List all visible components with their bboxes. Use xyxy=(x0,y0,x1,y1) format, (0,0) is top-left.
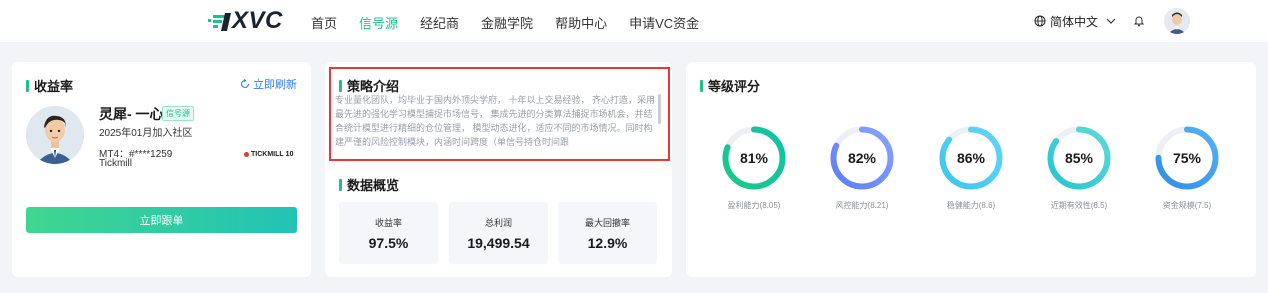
trader-name: 灵犀- 一心 xyxy=(99,106,164,122)
section-marker xyxy=(700,79,703,92)
join-date: 2025年01月加入社区 xyxy=(99,128,193,139)
overview-title-text: 数据概览 xyxy=(347,178,400,193)
rating-card: 等级评分 81% 盈利能力(8.05) 82% 风控能力(8.21) 86% 稳健能力(8… xyxy=(686,62,1256,277)
nav-apply-vc[interactable]: 申请VC资金 xyxy=(629,13,699,32)
ring-label: 资金规模(7.5) xyxy=(1162,201,1212,210)
ring-percent: 75% xyxy=(1173,150,1202,166)
section-marker xyxy=(26,79,29,92)
overview-title: 数据概览 xyxy=(339,175,399,194)
main-nav: 首页 信号源 经纪商 金融学院 帮助中心 申请VC资金 xyxy=(311,13,721,32)
stat-label: 总利润 xyxy=(484,218,512,228)
ring-label: 近期有效性(8.5) xyxy=(1050,201,1108,210)
top-navigation-bar: XVC 首页 信号源 经纪商 金融学院 帮助中心 申请VC资金 简体中文 xyxy=(0,0,1268,42)
strategy-scrollbar[interactable] xyxy=(658,94,661,124)
language-selector[interactable]: 简体中文 xyxy=(1034,13,1120,30)
stat-max-drawdown: 最大回撤率 12.9% xyxy=(558,202,657,264)
stat-value: 12.9% xyxy=(587,235,628,251)
nav-help[interactable]: 帮助中心 xyxy=(555,13,607,32)
bell-icon[interactable] xyxy=(1134,15,1145,27)
strategy-description: 专业量化团队，均毕业于国内外顶尖学府， 十年以上交易经验， 齐心打造，采用最先进… xyxy=(335,95,656,147)
strategy-card: 策略介绍 专业量化团队，均毕业于国内外顶尖学府， 十年以上交易经验， 齐心打造，… xyxy=(325,62,672,277)
rating-ring: 82% xyxy=(829,125,895,191)
section-marker xyxy=(339,178,342,191)
section-marker xyxy=(339,79,342,92)
site-logo[interactable]: XVC xyxy=(208,7,283,34)
ring-percent: 82% xyxy=(848,150,877,166)
follow-button[interactable]: 立即跟单 xyxy=(26,207,297,233)
chevron-down-icon xyxy=(1106,18,1116,24)
ring-percent: 85% xyxy=(1065,150,1094,166)
rating-ring: 86% xyxy=(938,125,1004,191)
stat-value: 97.5% xyxy=(368,235,409,251)
user-avatar[interactable] xyxy=(1164,8,1191,34)
rating-title: 等级评分 xyxy=(700,76,760,95)
stat-return-rate: 收益率 97.5% xyxy=(339,202,438,264)
logo-mark-icon xyxy=(208,10,231,32)
stat-label: 最大回撤率 xyxy=(584,218,630,228)
signal-source-badge: 信号源 xyxy=(162,106,194,121)
nav-signals[interactable]: 信号源 xyxy=(359,13,398,32)
refresh-icon xyxy=(240,79,250,89)
rating-ring: 75% xyxy=(1154,125,1220,191)
language-label: 简体中文 xyxy=(1050,14,1099,29)
refresh-link[interactable]: 立即刷新 xyxy=(240,76,297,92)
ring-label: 稳健能力(8.6) xyxy=(946,201,996,210)
ring-percent: 86% xyxy=(957,150,986,166)
broker-logo-dot-icon xyxy=(244,152,249,157)
returns-title-text: 收益率 xyxy=(34,79,74,94)
ring-label: 盈利能力(8.05) xyxy=(727,201,781,210)
rating-ring: 85% xyxy=(1046,125,1112,191)
ring-label: 风控能力(8.21) xyxy=(835,201,889,210)
nav-brokers[interactable]: 经纪商 xyxy=(420,13,459,32)
globe-icon xyxy=(1034,15,1046,27)
ring-percent: 81% xyxy=(740,150,769,166)
nav-home[interactable]: 首页 xyxy=(311,13,337,32)
stat-label: 收益率 xyxy=(374,218,402,228)
stat-total-profit: 总利润 19,499.54 xyxy=(449,202,548,264)
returns-card: 收益率 立即刷新 灵犀- 一心 信号源 2025年01月加入社区 MT4：#**… xyxy=(12,62,311,277)
returns-title: 收益率 xyxy=(26,76,73,95)
broker-logo-text: TICKMILL xyxy=(251,151,284,158)
refresh-label: 立即刷新 xyxy=(253,79,297,91)
broker-name: Tickmill xyxy=(99,158,132,169)
broker-logo-tag: 10 xyxy=(285,151,294,158)
trader-avatar xyxy=(26,106,84,164)
nav-academy[interactable]: 金融学院 xyxy=(481,13,533,32)
header-tools: 简体中文 xyxy=(1034,8,1191,34)
broker-logo: TICKMILL 10 xyxy=(244,151,293,158)
stat-value: 19,499.54 xyxy=(467,235,530,251)
logo-text: XVC xyxy=(232,7,283,34)
rating-ring: 81% xyxy=(721,125,787,191)
rating-title-text: 等级评分 xyxy=(708,79,761,94)
